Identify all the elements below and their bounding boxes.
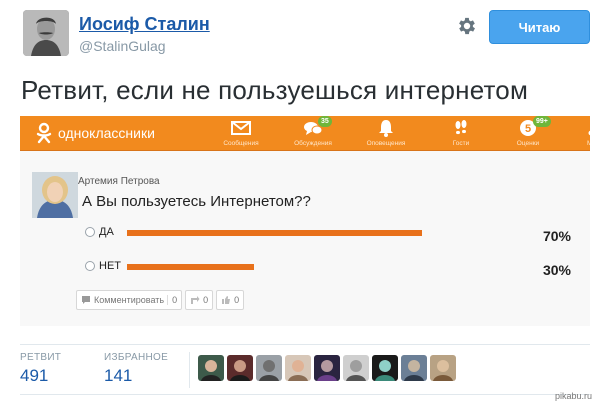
ok-logo-icon — [35, 122, 53, 144]
nav-music[interactable]: Му — [565, 116, 590, 150]
nav-guests[interactable]: Гости — [431, 116, 491, 150]
nav-messages[interactable]: Сообщения — [211, 116, 271, 150]
poll-bar-fill — [127, 230, 423, 236]
stats-divider-top — [20, 344, 590, 345]
poll-option[interactable]: НЕТ 30% — [85, 260, 571, 278]
poll-option-label: НЕТ — [99, 260, 121, 272]
poll-bar-track — [127, 230, 549, 236]
poll-question: А Вы пользуетесь Интернетом?? — [82, 193, 311, 210]
poll-bar-track — [127, 264, 549, 270]
author-name[interactable]: Иосиф Сталин — [79, 14, 210, 35]
svg-text:5: 5 — [525, 123, 531, 135]
poll-bar-fill — [127, 264, 254, 270]
retweets-label: РЕТВИТ — [20, 352, 62, 363]
share-button[interactable]: 0 — [185, 290, 214, 310]
like-button[interactable]: 0 — [216, 290, 245, 310]
avatar[interactable] — [372, 355, 398, 381]
ok-top-bar: однoклассники Сообщения 35 Обсуждения Оп… — [20, 116, 590, 151]
envelope-icon — [231, 121, 251, 135]
avatar[interactable] — [430, 355, 456, 381]
like-icon — [222, 296, 231, 304]
favoriters-list — [198, 355, 456, 381]
nav-notifications[interactable]: Оповещения — [356, 116, 416, 150]
nav-label: Сообщения — [223, 140, 259, 147]
share-icon — [191, 296, 200, 304]
avatar[interactable] — [314, 355, 340, 381]
ok-brand-label: однoклассники — [58, 125, 155, 141]
nav-label: Обсуждения — [294, 140, 332, 147]
favorites-label: ИЗБРАННОЕ — [104, 352, 169, 363]
poll-option-label: ДА — [99, 226, 114, 238]
watermark-label: pikabu.ru — [554, 391, 592, 401]
retweets-count[interactable]: 491 — [20, 366, 48, 386]
avatar[interactable] — [343, 355, 369, 381]
bell-icon — [379, 120, 393, 137]
like-count: 0 — [234, 295, 240, 305]
avatar[interactable] — [198, 355, 224, 381]
radio-button[interactable] — [85, 261, 95, 271]
poll-percent: 30% — [542, 262, 571, 278]
radio-button[interactable] — [85, 227, 95, 237]
post-author-avatar[interactable] — [32, 172, 78, 218]
avatar[interactable] — [256, 355, 282, 381]
favorites-count[interactable]: 141 — [104, 366, 132, 386]
nav-badge: 99+ — [533, 116, 551, 127]
share-count: 0 — [203, 295, 209, 305]
post-actions: Комментировать 0 0 0 — [76, 290, 245, 310]
author-avatar[interactable] — [23, 10, 69, 56]
nav-label: Оповещения — [366, 140, 406, 147]
avatar[interactable] — [401, 355, 427, 381]
gear-icon[interactable] — [456, 15, 478, 37]
comment-button[interactable]: Комментировать 0 — [76, 290, 183, 310]
nav-label: Му — [587, 140, 590, 147]
nav-badge: 35 — [318, 116, 332, 127]
embedded-screenshot: однoклассники Сообщения 35 Обсуждения Оп… — [20, 116, 590, 326]
poll-percent: 70% — [542, 228, 571, 244]
follow-button[interactable]: Читаю — [489, 10, 590, 44]
stats-separator — [189, 352, 190, 388]
comment-icon — [82, 296, 90, 304]
avatar[interactable] — [227, 355, 253, 381]
nav-label: Оценки — [516, 140, 540, 147]
post-author-name[interactable]: Артемия Петрова — [78, 176, 160, 187]
stats-divider-bottom — [20, 394, 590, 395]
avatar[interactable] — [285, 355, 311, 381]
nav-ratings[interactable]: 5 99+ Оценки — [498, 116, 558, 150]
nav-discussions[interactable]: 35 Обсуждения — [283, 116, 343, 150]
tweet-text: Ретвит, если не пользуешься интернетом — [21, 75, 529, 105]
comment-label: Комментировать — [94, 295, 165, 305]
comment-count: 0 — [167, 295, 177, 305]
music-icon — [588, 130, 590, 136]
nav-label: Гости — [452, 140, 470, 147]
poll-option[interactable]: ДА 70% — [85, 226, 571, 244]
author-handle[interactable]: @StalinGulag — [79, 38, 166, 54]
footprints-icon — [455, 120, 467, 135]
